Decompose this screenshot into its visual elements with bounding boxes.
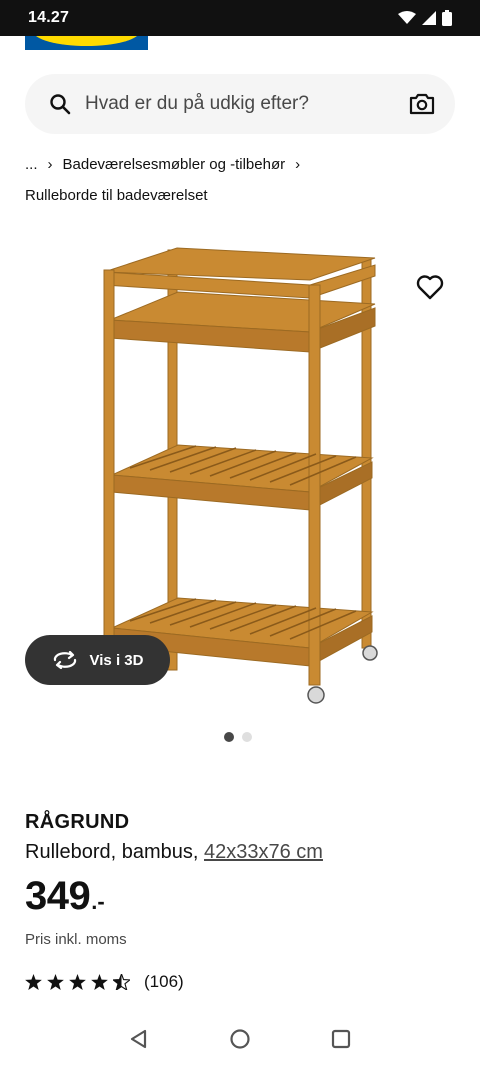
chevron-right-icon: › [295, 156, 301, 173]
price-suffix: .- [91, 889, 105, 914]
rating-stars [25, 974, 130, 990]
system-nav-bar [0, 1010, 480, 1067]
battery-icon [442, 10, 452, 26]
star-icon [25, 974, 42, 990]
nav-home-icon[interactable] [229, 1028, 251, 1050]
nav-recents-icon[interactable] [331, 1029, 351, 1049]
star-half-icon [113, 974, 130, 990]
search-icon [50, 94, 71, 115]
breadcrumb-category[interactable]: Badeværelsesmøbler og -tilbehør [63, 156, 286, 173]
status-bar: 14.27 [0, 0, 480, 36]
gallery-pagination [224, 732, 252, 742]
chevron-right-icon: › [47, 156, 53, 173]
camera-icon[interactable] [409, 93, 435, 115]
wifi-icon [398, 11, 416, 24]
product-rating[interactable]: (106) [25, 972, 184, 992]
signal-icon [422, 11, 436, 25]
gallery-dot-1[interactable] [224, 732, 234, 742]
gallery-dot-2[interactable] [242, 732, 252, 742]
nav-back-icon[interactable] [129, 1029, 149, 1049]
logo-oval [33, 36, 140, 46]
product-name: RÅGRUND [25, 811, 130, 833]
rotate-3d-icon [53, 651, 76, 669]
status-icons [398, 10, 452, 26]
star-icon [91, 974, 108, 990]
product-description: Rullebord, bambus, 42x33x76 cm [25, 841, 323, 864]
star-icon [47, 974, 64, 990]
vat-note: Pris inkl. moms [25, 931, 127, 948]
breadcrumb-ellipsis[interactable]: ... [25, 156, 38, 173]
breadcrumb-subcategory[interactable]: Rulleborde til badeværelset [25, 187, 208, 204]
review-count: (106) [144, 972, 184, 991]
product-dimensions-link[interactable]: 42x33x76 cm [204, 841, 323, 863]
view-in-3d-button[interactable]: Vis i 3D [25, 635, 170, 685]
search-bar[interactable]: Hvad er du på udkig efter? [25, 74, 455, 134]
search-input[interactable]: Hvad er du på udkig efter? [85, 93, 409, 115]
ikea-logo[interactable] [25, 36, 148, 50]
price-amount: 349 [25, 874, 91, 918]
star-icon [69, 974, 86, 990]
view-in-3d-label: Vis i 3D [89, 651, 144, 669]
product-description-text: Rullebord, bambus, [25, 841, 199, 863]
breadcrumb: ... › Badeværelsesmøbler og -tilbehør › [25, 156, 310, 173]
heart-icon[interactable] [416, 274, 444, 300]
product-price: 349 .- [25, 874, 105, 919]
status-time: 14.27 [28, 9, 70, 26]
